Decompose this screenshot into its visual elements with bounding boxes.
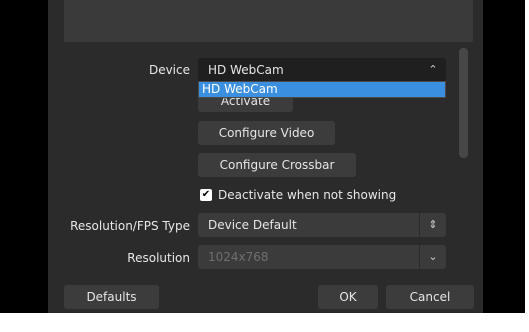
resolution-label: Resolution [127,251,190,265]
device-dropdown-option[interactable]: HD WebCam [199,82,445,97]
deactivate-checkbox[interactable]: ✔ [200,189,212,201]
chevron-down-icon: ⌄ [419,245,446,269]
defaults-button[interactable]: Defaults [64,285,159,309]
updown-chevron-icon: ⇕ [419,213,446,237]
checkmark-icon: ✔ [201,189,211,200]
resolution-fps-type-label: Resolution/FPS Type [70,219,190,233]
configure-crossbar-button[interactable]: Configure Crossbar [198,153,356,177]
configure-video-button[interactable]: Configure Video [198,121,335,145]
vertical-scrollbar[interactable] [459,48,468,158]
deactivate-label[interactable]: Deactivate when not showing [218,188,396,202]
right-margin [483,0,525,313]
ok-button[interactable]: OK [318,285,378,309]
resolution-value: 1024x768 [208,250,269,264]
resolution-fps-type-select[interactable]: Device Default ⇕ [198,213,446,237]
device-dropdown-list[interactable]: HD WebCam [198,81,446,98]
device-select[interactable]: HD WebCam ⌃ [198,58,446,82]
device-label: Device [148,63,190,77]
resolution-select[interactable]: 1024x768 ⌄ [198,245,446,269]
left-margin [0,0,48,313]
cancel-button[interactable]: Cancel [386,285,474,309]
resolution-fps-type-value: Device Default [208,218,297,232]
device-select-value: HD WebCam [208,63,284,77]
updown-chevron-icon: ⌃ [428,63,438,76]
source-preview [64,0,473,42]
